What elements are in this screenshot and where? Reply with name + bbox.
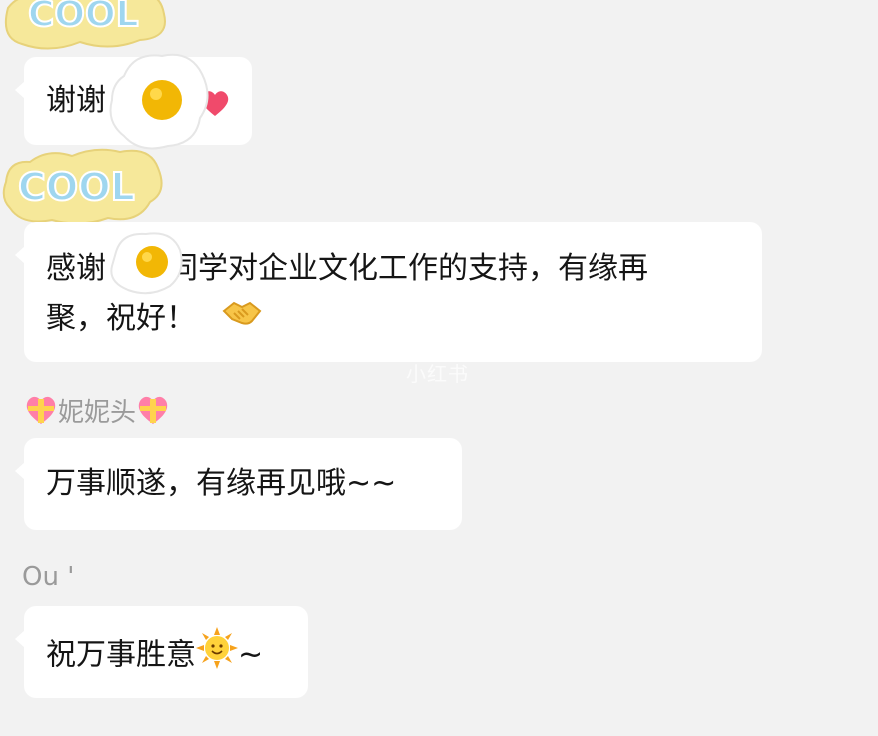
message-4-suffix: ~ — [238, 637, 264, 673]
message-2-line-2: 聚，祝好！ — [46, 294, 740, 345]
message-1-text: 谢谢 — [46, 83, 106, 118]
fried-egg-sticker-2 — [110, 232, 183, 295]
cool-sticker-text: COOL — [18, 165, 135, 209]
message-2-line1-end: 同学对企业文化工作的支持，有缘再 — [168, 251, 648, 286]
message-2-line2-text: 聚，祝好！ — [46, 301, 196, 336]
message-4-text: 祝万事胜意 — [46, 637, 196, 673]
smiling-sun-icon — [196, 627, 238, 685]
heart-gift-icon — [136, 394, 170, 433]
message-bubble-4[interactable]: 祝万事胜意 ~ — [15, 606, 308, 698]
fried-egg-sticker-1 — [109, 53, 209, 150]
watermark: 小红书 — [406, 362, 469, 386]
message-bubble-3[interactable]: 万事顺遂，有缘再见哦~~ — [15, 438, 462, 530]
sender-name-2[interactable]: Ou ' — [22, 562, 74, 592]
handshake-icon — [222, 295, 262, 345]
cool-sticker-top-text: COOL — [28, 0, 139, 35]
heart-gift-icon — [24, 394, 58, 433]
sender-name-1[interactable]: 妮妮头 — [24, 392, 170, 433]
message-3-text: 万事顺遂，有缘再见哦~~ — [46, 466, 397, 501]
cool-sticker: COOL — [2, 148, 163, 225]
message-2-line1-start: 感谢 — [46, 251, 106, 286]
sender-1-label: 妮妮头 — [58, 398, 137, 428]
